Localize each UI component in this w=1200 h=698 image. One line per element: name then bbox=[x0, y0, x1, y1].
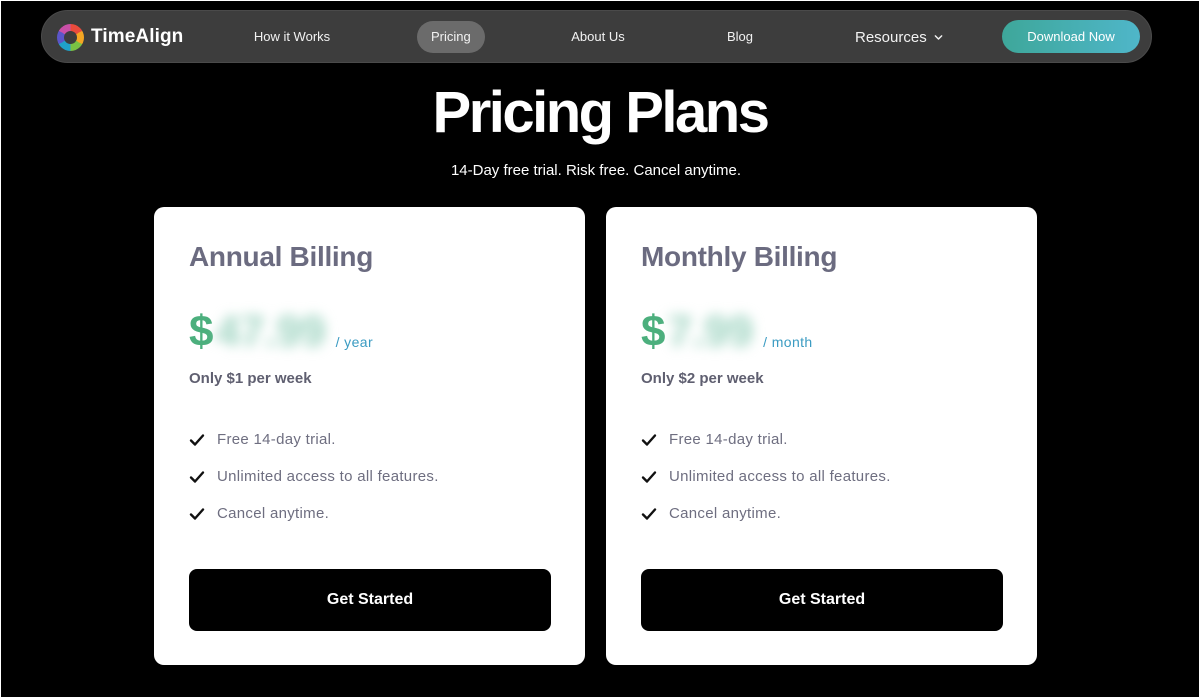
feature-text: Cancel anytime. bbox=[217, 505, 330, 522]
feature-list: Free 14-day trial. Unlimited access to a… bbox=[189, 421, 439, 532]
feature-list: Free 14-day trial. Unlimited access to a… bbox=[641, 421, 891, 532]
feature-text: Unlimited access to all features. bbox=[669, 468, 891, 485]
download-now-button[interactable]: Download Now bbox=[1002, 20, 1140, 53]
price: $ 47.99 / year bbox=[189, 309, 373, 355]
feature-item: Free 14-day trial. bbox=[189, 421, 439, 458]
check-icon bbox=[189, 470, 205, 483]
feature-text: Cancel anytime. bbox=[669, 505, 782, 522]
top-nav: TimeAlign How it Works Pricing About Us … bbox=[41, 10, 1152, 63]
pricing-card-annual: Annual Billing $ 47.99 / year Only $1 pe… bbox=[154, 207, 585, 665]
price-amount: 47.99 bbox=[215, 307, 326, 356]
chevron-down-icon bbox=[934, 35, 943, 40]
pricing-card-monthly: Monthly Billing $ 7.99 / month Only $2 p… bbox=[606, 207, 1037, 665]
currency-symbol: $ bbox=[189, 307, 214, 356]
feature-item: Cancel anytime. bbox=[641, 495, 891, 532]
check-icon bbox=[641, 433, 657, 446]
brand[interactable]: TimeAlign bbox=[57, 23, 183, 51]
feature-item: Cancel anytime. bbox=[189, 495, 439, 532]
page-subtitle: 14-Day free trial. Risk free. Cancel any… bbox=[450, 162, 742, 179]
plan-title: Annual Billing bbox=[189, 241, 374, 272]
timealign-logo-icon bbox=[57, 23, 84, 51]
nav-link-pricing[interactable]: Pricing bbox=[417, 21, 485, 53]
feature-item: Unlimited access to all features. bbox=[189, 458, 439, 495]
nav-link-blog[interactable]: Blog bbox=[714, 11, 766, 64]
price-amount: 7.99 bbox=[667, 307, 754, 356]
feature-text: Unlimited access to all features. bbox=[217, 468, 439, 485]
check-icon bbox=[189, 433, 205, 446]
nav-link-about-us[interactable]: About Us bbox=[556, 11, 640, 64]
get-started-button-monthly[interactable]: Get Started bbox=[641, 569, 1003, 631]
per-week-note: Only $2 per week bbox=[641, 370, 764, 387]
feature-item: Free 14-day trial. bbox=[641, 421, 891, 458]
page: TimeAlign How it Works Pricing About Us … bbox=[1, 1, 1199, 697]
check-icon bbox=[189, 507, 205, 520]
check-icon bbox=[641, 507, 657, 520]
billing-period: / year bbox=[335, 334, 374, 350]
feature-item: Unlimited access to all features. bbox=[641, 458, 891, 495]
per-week-note: Only $1 per week bbox=[189, 370, 312, 387]
brand-name: TimeAlign bbox=[91, 26, 184, 47]
get-started-button-annual[interactable]: Get Started bbox=[189, 569, 551, 631]
page-title: Pricing Plans bbox=[432, 80, 770, 145]
billing-period: / month bbox=[763, 334, 813, 350]
plan-title: Monthly Billing bbox=[641, 241, 838, 272]
price: $ 7.99 / month bbox=[641, 309, 813, 355]
feature-text: Free 14-day trial. bbox=[217, 431, 336, 448]
currency-symbol: $ bbox=[641, 307, 666, 356]
nav-resources-dropdown[interactable]: Resources bbox=[855, 11, 943, 64]
feature-text: Free 14-day trial. bbox=[669, 431, 788, 448]
nav-link-how-it-works[interactable]: How it Works bbox=[238, 11, 346, 64]
nav-resources-label: Resources bbox=[855, 29, 927, 46]
check-icon bbox=[641, 470, 657, 483]
